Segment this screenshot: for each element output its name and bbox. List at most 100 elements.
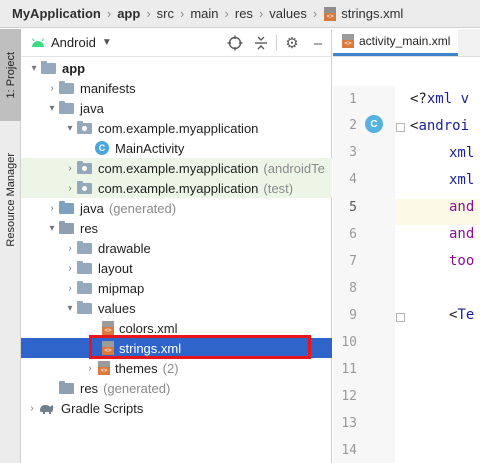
tree-node-package[interactable]: ▾ com.example.myapplication [21, 118, 332, 138]
chevron-right-icon[interactable]: › [45, 83, 59, 94]
tree-node-drawable[interactable]: › drawable [21, 238, 332, 258]
code-line[interactable]: xml [449, 172, 474, 188]
chevron-right-icon[interactable]: › [63, 263, 77, 274]
code-line[interactable]: too [449, 253, 474, 269]
code-punctuation: <? [410, 91, 427, 107]
breadcrumb-module[interactable]: app [117, 6, 140, 21]
chevron-down-icon[interactable]: ▾ [45, 103, 59, 114]
tab-label: activity_main.xml [359, 34, 451, 48]
tree-node-gradle-scripts[interactable]: › Gradle Scripts [21, 398, 332, 418]
tree-node-label: layout [98, 260, 133, 276]
tree-node-suffix: (generated) [103, 380, 171, 396]
line-number: 12 [341, 389, 357, 404]
collapse-icon[interactable] [248, 30, 274, 56]
code-token: Te [457, 307, 475, 323]
resource-manager-tab-label: Resource Manager [4, 153, 17, 247]
resource-manager-tab[interactable]: Resource Manager [0, 125, 21, 275]
tree-node-suffix: (2) [162, 360, 179, 376]
package-icon [77, 180, 92, 194]
tree-node-label: res [80, 380, 99, 396]
tree-node-res-generated[interactable]: res (generated) [21, 378, 332, 398]
chevron-right-icon[interactable]: › [63, 183, 77, 194]
tree-node-label: colors.xml [119, 320, 178, 336]
chevron-right-icon[interactable]: › [63, 243, 77, 254]
class-gutter-icon[interactable]: C [365, 115, 383, 133]
tree-node-suffix: (androidTe [263, 160, 325, 176]
chevron-right-icon[interactable]: › [25, 403, 39, 414]
breadcrumb-separator: › [106, 6, 112, 21]
panel-toolbar: ⚙ – [222, 29, 331, 57]
tree-node-label: Gradle Scripts [61, 400, 144, 416]
settings-icon[interactable]: ⚙ [279, 30, 305, 56]
line-number: 9 [349, 308, 357, 323]
breadcrumb-main[interactable]: main [190, 6, 218, 21]
tree-node-layout[interactable]: › layout [21, 258, 332, 278]
chevron-down-icon[interactable]: ▾ [45, 223, 59, 234]
tab-activity-main[interactable]: <> activity_main.xml [333, 29, 459, 56]
code-token: androi [418, 118, 470, 134]
fold-marker-icon[interactable] [396, 313, 405, 322]
project-tool-tab[interactable]: 1: Project [0, 29, 21, 121]
line-number: 13 [341, 416, 357, 431]
line-number: 14 [341, 443, 357, 458]
tree-node-label: com.example.myapplication [98, 160, 259, 176]
tree-node-strings-xml[interactable]: <> strings.xml [21, 338, 332, 358]
tree-node-package-test[interactable]: › com.example.myapplication (test) [21, 178, 332, 198]
breadcrumb-res[interactable]: res [235, 6, 253, 21]
tree-node-package-androidtest[interactable]: › com.example.myapplication (androidTe [21, 158, 332, 178]
chevron-down-icon[interactable]: ▾ [63, 123, 77, 134]
code-line[interactable]: <Te [449, 307, 474, 323]
editor-gutter [333, 86, 395, 463]
tree-node-app[interactable]: ▾ app [21, 58, 332, 78]
tree-node-mainactivity[interactable]: C MainActivity [21, 138, 332, 158]
resource-folder-icon [59, 220, 74, 234]
breadcrumb-project[interactable]: MyApplication [12, 6, 101, 21]
xml-file-icon: <> [323, 6, 337, 21]
tree-node-label: drawable [98, 240, 151, 256]
breadcrumb-file[interactable]: strings.xml [341, 6, 403, 21]
tree-node-label: res [80, 220, 99, 236]
tree-node-java[interactable]: ▾ java [21, 98, 332, 118]
fold-marker-icon[interactable] [396, 123, 405, 132]
code-token: xml v [426, 91, 470, 107]
code-line[interactable]: <?xml v [410, 91, 469, 107]
chevron-down-icon[interactable]: ▼ [102, 37, 112, 48]
chevron-down-icon[interactable]: ▾ [63, 303, 77, 314]
tree-node-label: app [62, 60, 86, 76]
tree-node-themes[interactable]: › <> themes (2) [21, 358, 332, 378]
chevron-right-icon[interactable]: › [45, 203, 59, 214]
code-line[interactable]: and [449, 199, 474, 215]
tree-node-colors-xml[interactable]: <> colors.xml [21, 318, 332, 338]
code-line[interactable]: <androi [410, 118, 469, 134]
breadcrumb-separator: › [146, 6, 151, 21]
tree-node-java-generated[interactable]: › java (generated) [21, 198, 332, 218]
tree-node-mipmap[interactable]: › mipmap [21, 278, 332, 298]
chevron-right-icon[interactable]: › [63, 283, 77, 294]
tree-node-manifests[interactable]: › manifests [21, 78, 332, 98]
line-number: 7 [349, 254, 357, 269]
chevron-right-icon[interactable]: › [63, 163, 77, 174]
code-line[interactable]: xml [449, 145, 474, 161]
folder-icon [59, 80, 74, 94]
tree-node-label: MainActivity [115, 140, 185, 156]
code-token: xml [449, 172, 475, 188]
crosshair-icon[interactable] [222, 30, 248, 56]
line-number: 4 [349, 172, 357, 187]
project-panel: Android ▼ ⚙ – ▾ app › manifests ▾ java ▾… [21, 29, 332, 463]
tree-node-res[interactable]: ▾ res [21, 218, 332, 238]
tree-node-label: strings.xml [119, 340, 182, 356]
minimize-icon[interactable]: – [305, 30, 331, 56]
line-number: 2 [349, 118, 357, 133]
chevron-down-icon[interactable]: ▾ [27, 63, 41, 74]
layout-file-icon: <> [341, 34, 355, 48]
breadcrumb-values[interactable]: values [269, 6, 307, 21]
breadcrumb-src[interactable]: src [157, 6, 174, 21]
project-view-selector[interactable]: Android [51, 35, 96, 50]
generated-folder-icon [59, 200, 74, 214]
folder-icon [77, 280, 92, 294]
folder-icon [77, 260, 92, 274]
tree-node-suffix: (generated) [108, 200, 177, 216]
tree-node-values[interactable]: ▾ values [21, 298, 332, 318]
chevron-right-icon[interactable]: › [83, 363, 97, 374]
code-line[interactable]: and [449, 226, 474, 242]
